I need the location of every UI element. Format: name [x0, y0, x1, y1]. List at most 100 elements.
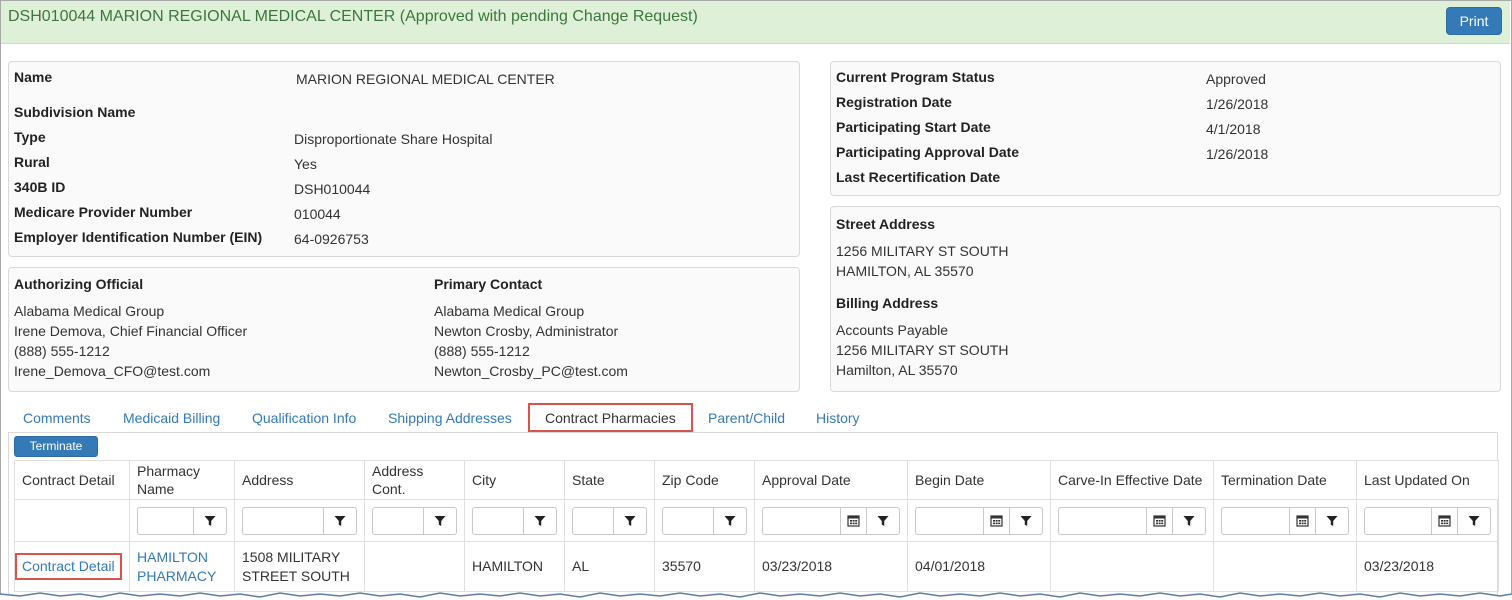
- column-header[interactable]: Contract Detail: [14, 460, 130, 500]
- filter-input[interactable]: [663, 507, 714, 534]
- calendar-icon[interactable]: [1432, 507, 1458, 534]
- date-filter-input[interactable]: [763, 507, 841, 534]
- filter-cell: [1356, 499, 1499, 542]
- column-header[interactable]: City: [464, 460, 565, 500]
- filter-cell: [464, 499, 565, 542]
- type-label: Type: [14, 129, 46, 145]
- pharmacy-name-filter: [137, 506, 227, 535]
- calendar-icon[interactable]: [984, 507, 1010, 534]
- tab-contract-pharmacies[interactable]: Contract Pharmacies: [528, 403, 693, 432]
- start-date-value: 4/1/2018: [1206, 121, 1261, 137]
- calendar-icon[interactable]: [1290, 507, 1316, 534]
- rural-value: Yes: [294, 156, 317, 172]
- street-address-label: Street Address: [836, 216, 936, 232]
- recertification-date-label: Last Recertification Date: [836, 169, 1001, 185]
- registration-date-label: Registration Date: [836, 94, 952, 110]
- filter-input[interactable]: [243, 507, 324, 534]
- filter-icon[interactable]: [1173, 508, 1205, 534]
- column-header[interactable]: Address: [234, 460, 365, 500]
- print-button[interactable]: Print: [1446, 7, 1502, 35]
- tab-parent-child[interactable]: Parent/Child: [708, 410, 785, 426]
- pc-line: Newton Crosby, Administrator: [434, 323, 619, 339]
- table-row: Contract Detail HAMILTON PHARMACY 1508 M…: [14, 541, 1499, 592]
- calendar-icon[interactable]: [841, 507, 867, 534]
- column-header[interactable]: Address Cont.: [364, 460, 465, 500]
- filter-icon[interactable]: [1458, 508, 1490, 534]
- pc-line: Newton_Crosby_PC@test.com: [434, 363, 628, 379]
- filter-input[interactable]: [138, 507, 194, 534]
- date-filter-input[interactable]: [1059, 507, 1147, 534]
- column-header[interactable]: Zip Code: [654, 460, 755, 500]
- contract-detail-highlight: Contract Detail: [15, 553, 122, 580]
- date-filter-input[interactable]: [916, 507, 984, 534]
- filter-cell: [129, 499, 235, 542]
- filter-row: [14, 499, 1499, 542]
- filter-icon[interactable]: [714, 508, 746, 534]
- header-row: Contract Detail Pharmacy Name Address Ad…: [14, 460, 1499, 500]
- filter-input[interactable]: [573, 507, 614, 534]
- tab-shipping-addresses[interactable]: Shipping Addresses: [388, 410, 512, 426]
- pc-line: Alabama Medical Group: [434, 303, 585, 319]
- column-header[interactable]: Approval Date: [754, 460, 908, 500]
- contract-pharmacies-table: Contract Detail Pharmacy Name Address Ad…: [14, 460, 1499, 592]
- filter-icon[interactable]: [524, 508, 556, 534]
- tab-comments[interactable]: Comments: [23, 410, 91, 426]
- state-filter: [572, 506, 647, 535]
- filter-icon[interactable]: [1316, 508, 1348, 534]
- address-cell: 1508 MILITARY STREET SOUTH: [234, 541, 365, 592]
- billing-address-line: Hamilton, AL 35570: [836, 362, 958, 378]
- approval-date-cell: 03/23/2018: [754, 541, 908, 592]
- column-header[interactable]: State: [564, 460, 655, 500]
- last-updated-cell: 03/23/2018: [1356, 541, 1499, 592]
- zip-cell: 35570: [654, 541, 755, 592]
- filter-icon[interactable]: [867, 508, 899, 534]
- column-header[interactable]: Begin Date: [907, 460, 1051, 500]
- 340b-id-value: DSH010044: [294, 181, 371, 197]
- tab-qualification-info[interactable]: Qualification Info: [252, 410, 356, 426]
- primary-contact-label: Primary Contact: [434, 276, 543, 292]
- filter-input[interactable]: [473, 507, 524, 534]
- city-cell: HAMILTON: [464, 541, 565, 592]
- filter-icon[interactable]: [614, 508, 646, 534]
- contract-detail-link[interactable]: Contract Detail: [22, 558, 115, 574]
- billing-address-line: Accounts Payable: [836, 322, 949, 338]
- date-filter-input[interactable]: [1365, 507, 1432, 534]
- column-header[interactable]: Last Updated On: [1356, 460, 1499, 500]
- filter-cell: [234, 499, 365, 542]
- name-value: MARION REGIONAL MEDICAL CENTER: [296, 71, 555, 87]
- filter-input[interactable]: [373, 507, 424, 534]
- carve-in-date-filter: [1058, 506, 1206, 535]
- filter-cell: [907, 499, 1051, 542]
- filter-icon[interactable]: [424, 508, 456, 534]
- pharmacy-name-link[interactable]: HAMILTON PHARMACY: [137, 549, 216, 584]
- filter-icon[interactable]: [194, 508, 226, 534]
- filter-icon[interactable]: [1010, 508, 1042, 534]
- ein-value: 64-0926753: [294, 231, 369, 247]
- ein-label: Employer Identification Number (EIN): [14, 229, 263, 245]
- medicare-provider-value: 010044: [294, 206, 341, 222]
- filter-cell-empty: [14, 499, 130, 542]
- tab-history[interactable]: History: [816, 410, 860, 426]
- date-filter-input[interactable]: [1222, 507, 1290, 534]
- torn-edge-decoration: [0, 592, 1512, 600]
- column-header[interactable]: Carve-In Effective Date: [1050, 460, 1214, 500]
- name-label: Name: [14, 69, 53, 85]
- carve-in-date-cell: [1050, 541, 1214, 592]
- calendar-icon[interactable]: [1147, 507, 1173, 534]
- pharmacy-name-cell: HAMILTON PHARMACY: [129, 541, 235, 592]
- tab-medicaid-billing[interactable]: Medicaid Billing: [123, 410, 220, 426]
- begin-date-filter: [915, 506, 1043, 535]
- column-header[interactable]: Pharmacy Name: [129, 460, 235, 500]
- filter-cell: [1050, 499, 1214, 542]
- program-status-label: Current Program Status: [836, 69, 995, 85]
- column-header[interactable]: Termination Date: [1213, 460, 1357, 500]
- filter-icon[interactable]: [324, 508, 356, 534]
- ao-line: Alabama Medical Group: [14, 303, 165, 319]
- billing-address-label: Billing Address: [836, 295, 939, 311]
- type-value: Disproportionate Share Hospital: [294, 131, 493, 147]
- terminate-button[interactable]: Terminate: [14, 436, 98, 457]
- street-address-line: HAMILTON, AL 35570: [836, 263, 974, 279]
- filter-cell: [754, 499, 908, 542]
- rural-label: Rural: [14, 154, 50, 170]
- start-date-label: Participating Start Date: [836, 119, 991, 135]
